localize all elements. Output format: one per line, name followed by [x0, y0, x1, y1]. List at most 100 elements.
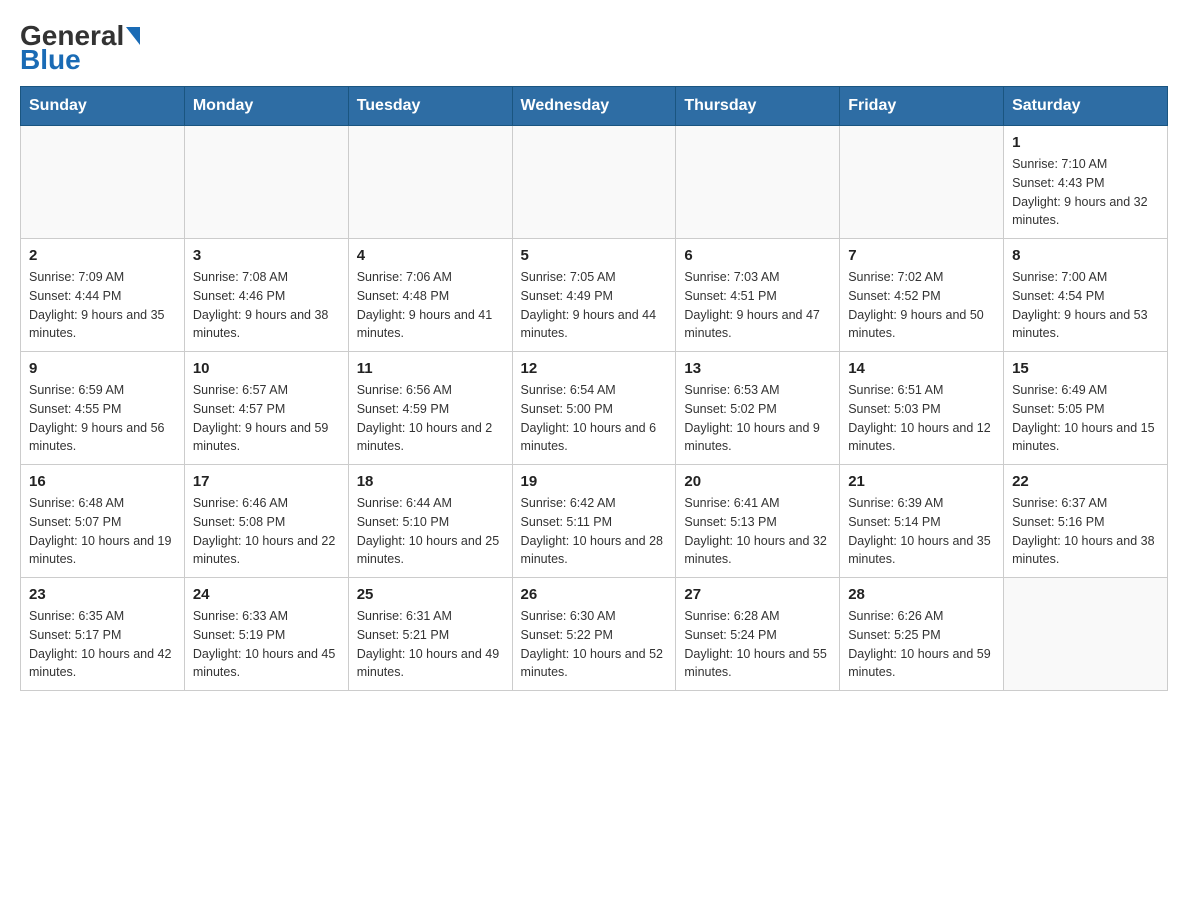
calendar-cell: 17 Sunrise: 6:46 AM Sunset: 5:08 PM Dayli…: [184, 465, 348, 578]
calendar-cell: 18Sunrise: 6:44 AM Sunset: 5:10 PM Dayli…: [348, 465, 512, 578]
calendar-cell: 3 Sunrise: 7:08 AM Sunset: 4:46 PM Daylig…: [184, 239, 348, 352]
calendar-cell: 27 Sunrise: 6:28 AM Sunset: 5:24 PM Dayli…: [676, 578, 840, 691]
day-header-friday: Friday: [840, 87, 1004, 126]
logo: General Blue: [20, 20, 142, 76]
day-header-tuesday: Tuesday: [348, 87, 512, 126]
day-number: 5: [521, 247, 668, 264]
day-number: 25: [357, 586, 504, 603]
day-number: 10: [193, 360, 340, 377]
week-row-5: 23 Sunrise: 6:35 AM Sunset: 5:17 PM Dayli…: [21, 578, 1168, 691]
day-number: 22: [1012, 473, 1159, 490]
day-info: Sunrise: 6:57 AM Sunset: 4:57 PM Dayligh…: [193, 381, 340, 456]
calendar-cell: [21, 126, 185, 239]
day-number: 23: [29, 586, 176, 603]
calendar-cell: 13 Sunrise: 6:53 AM Sunset: 5:02 PM Dayli…: [676, 352, 840, 465]
calendar-cell: 1 Sunrise: 7:10 AM Sunset: 4:43 PM Daylig…: [1004, 126, 1168, 239]
day-number: 6: [684, 247, 831, 264]
day-info: Sunrise: 6:31 AM Sunset: 5:21 PM Dayligh…: [357, 607, 504, 682]
day-number: 1: [1012, 134, 1159, 151]
calendar-cell: [676, 126, 840, 239]
day-number: 19: [521, 473, 668, 490]
day-info: Sunrise: 6:26 AM Sunset: 5:25 PM Dayligh…: [848, 607, 995, 682]
day-info: Sunrise: 6:51 AM Sunset: 5:03 PM Dayligh…: [848, 381, 995, 456]
day-info: Sunrise: 7:05 AM Sunset: 4:49 PM Dayligh…: [521, 268, 668, 343]
calendar-cell: 8Sunrise: 7:00 AM Sunset: 4:54 PM Daylig…: [1004, 239, 1168, 352]
day-number: 21: [848, 473, 995, 490]
calendar-cell: 12 Sunrise: 6:54 AM Sunset: 5:00 PM Dayli…: [512, 352, 676, 465]
day-info: Sunrise: 7:10 AM Sunset: 4:43 PM Dayligh…: [1012, 155, 1159, 230]
calendar-cell: [184, 126, 348, 239]
calendar-cell: 28 Sunrise: 6:26 AM Sunset: 5:25 PM Dayli…: [840, 578, 1004, 691]
day-number: 15: [1012, 360, 1159, 377]
calendar-cell: 10 Sunrise: 6:57 AM Sunset: 4:57 PM Dayli…: [184, 352, 348, 465]
day-info: Sunrise: 6:42 AM Sunset: 5:11 PM Dayligh…: [521, 494, 668, 569]
day-info: Sunrise: 6:54 AM Sunset: 5:00 PM Dayligh…: [521, 381, 668, 456]
day-number: 13: [684, 360, 831, 377]
day-number: 8: [1012, 247, 1159, 264]
calendar-cell: [840, 126, 1004, 239]
day-header-monday: Monday: [184, 87, 348, 126]
day-header-sunday: Sunday: [21, 87, 185, 126]
day-info: Sunrise: 6:28 AM Sunset: 5:24 PM Dayligh…: [684, 607, 831, 682]
week-row-4: 16 Sunrise: 6:48 AM Sunset: 5:07 PM Dayli…: [21, 465, 1168, 578]
day-info: Sunrise: 6:37 AM Sunset: 5:16 PM Dayligh…: [1012, 494, 1159, 569]
day-number: 20: [684, 473, 831, 490]
calendar-cell: 22 Sunrise: 6:37 AM Sunset: 5:16 PM Dayli…: [1004, 465, 1168, 578]
day-number: 17: [193, 473, 340, 490]
day-number: 18: [357, 473, 504, 490]
day-info: Sunrise: 6:39 AM Sunset: 5:14 PM Dayligh…: [848, 494, 995, 569]
calendar-cell: 14 Sunrise: 6:51 AM Sunset: 5:03 PM Dayli…: [840, 352, 1004, 465]
day-info: Sunrise: 6:49 AM Sunset: 5:05 PM Dayligh…: [1012, 381, 1159, 456]
calendar-table: SundayMondayTuesdayWednesdayThursdayFrid…: [20, 86, 1168, 691]
day-info: Sunrise: 6:35 AM Sunset: 5:17 PM Dayligh…: [29, 607, 176, 682]
day-info: Sunrise: 7:09 AM Sunset: 4:44 PM Dayligh…: [29, 268, 176, 343]
day-info: Sunrise: 7:08 AM Sunset: 4:46 PM Dayligh…: [193, 268, 340, 343]
calendar-cell: 20 Sunrise: 6:41 AM Sunset: 5:13 PM Dayli…: [676, 465, 840, 578]
day-number: 11: [357, 360, 504, 377]
day-number: 27: [684, 586, 831, 603]
day-info: Sunrise: 6:33 AM Sunset: 5:19 PM Dayligh…: [193, 607, 340, 682]
day-number: 24: [193, 586, 340, 603]
calendar-cell: 5 Sunrise: 7:05 AM Sunset: 4:49 PM Daylig…: [512, 239, 676, 352]
week-row-2: 2 Sunrise: 7:09 AM Sunset: 4:44 PM Daylig…: [21, 239, 1168, 352]
calendar-cell: 4 Sunrise: 7:06 AM Sunset: 4:48 PM Daylig…: [348, 239, 512, 352]
day-number: 7: [848, 247, 995, 264]
calendar-cell: 11Sunrise: 6:56 AM Sunset: 4:59 PM Dayli…: [348, 352, 512, 465]
day-headers-row: SundayMondayTuesdayWednesdayThursdayFrid…: [21, 87, 1168, 126]
day-info: Sunrise: 7:03 AM Sunset: 4:51 PM Dayligh…: [684, 268, 831, 343]
calendar-cell: 21 Sunrise: 6:39 AM Sunset: 5:14 PM Dayli…: [840, 465, 1004, 578]
calendar-cell: 6 Sunrise: 7:03 AM Sunset: 4:51 PM Daylig…: [676, 239, 840, 352]
day-info: Sunrise: 6:41 AM Sunset: 5:13 PM Dayligh…: [684, 494, 831, 569]
calendar-cell: 26Sunrise: 6:30 AM Sunset: 5:22 PM Dayli…: [512, 578, 676, 691]
day-number: 4: [357, 247, 504, 264]
calendar-cell: [348, 126, 512, 239]
day-number: 26: [521, 586, 668, 603]
day-number: 16: [29, 473, 176, 490]
day-info: Sunrise: 7:02 AM Sunset: 4:52 PM Dayligh…: [848, 268, 995, 343]
calendar-cell: 15 Sunrise: 6:49 AM Sunset: 5:05 PM Dayli…: [1004, 352, 1168, 465]
day-number: 12: [521, 360, 668, 377]
day-number: 9: [29, 360, 176, 377]
day-number: 28: [848, 586, 995, 603]
calendar-cell: 16 Sunrise: 6:48 AM Sunset: 5:07 PM Dayli…: [21, 465, 185, 578]
day-number: 2: [29, 247, 176, 264]
day-header-thursday: Thursday: [676, 87, 840, 126]
day-number: 3: [193, 247, 340, 264]
day-info: Sunrise: 6:48 AM Sunset: 5:07 PM Dayligh…: [29, 494, 176, 569]
day-info: Sunrise: 6:46 AM Sunset: 5:08 PM Dayligh…: [193, 494, 340, 569]
day-info: Sunrise: 7:06 AM Sunset: 4:48 PM Dayligh…: [357, 268, 504, 343]
day-header-wednesday: Wednesday: [512, 87, 676, 126]
day-info: Sunrise: 6:59 AM Sunset: 4:55 PM Dayligh…: [29, 381, 176, 456]
page-header: General Blue: [20, 20, 1168, 76]
calendar-cell: 24 Sunrise: 6:33 AM Sunset: 5:19 PM Dayli…: [184, 578, 348, 691]
calendar-cell: [512, 126, 676, 239]
calendar-cell: 2 Sunrise: 7:09 AM Sunset: 4:44 PM Daylig…: [21, 239, 185, 352]
calendar-cell: 9 Sunrise: 6:59 AM Sunset: 4:55 PM Daylig…: [21, 352, 185, 465]
day-header-saturday: Saturday: [1004, 87, 1168, 126]
day-number: 14: [848, 360, 995, 377]
logo-blue-text: Blue: [20, 44, 81, 75]
logo-arrow-icon: [126, 27, 140, 45]
calendar-cell: 25 Sunrise: 6:31 AM Sunset: 5:21 PM Dayli…: [348, 578, 512, 691]
calendar-cell: 7 Sunrise: 7:02 AM Sunset: 4:52 PM Daylig…: [840, 239, 1004, 352]
day-info: Sunrise: 6:53 AM Sunset: 5:02 PM Dayligh…: [684, 381, 831, 456]
